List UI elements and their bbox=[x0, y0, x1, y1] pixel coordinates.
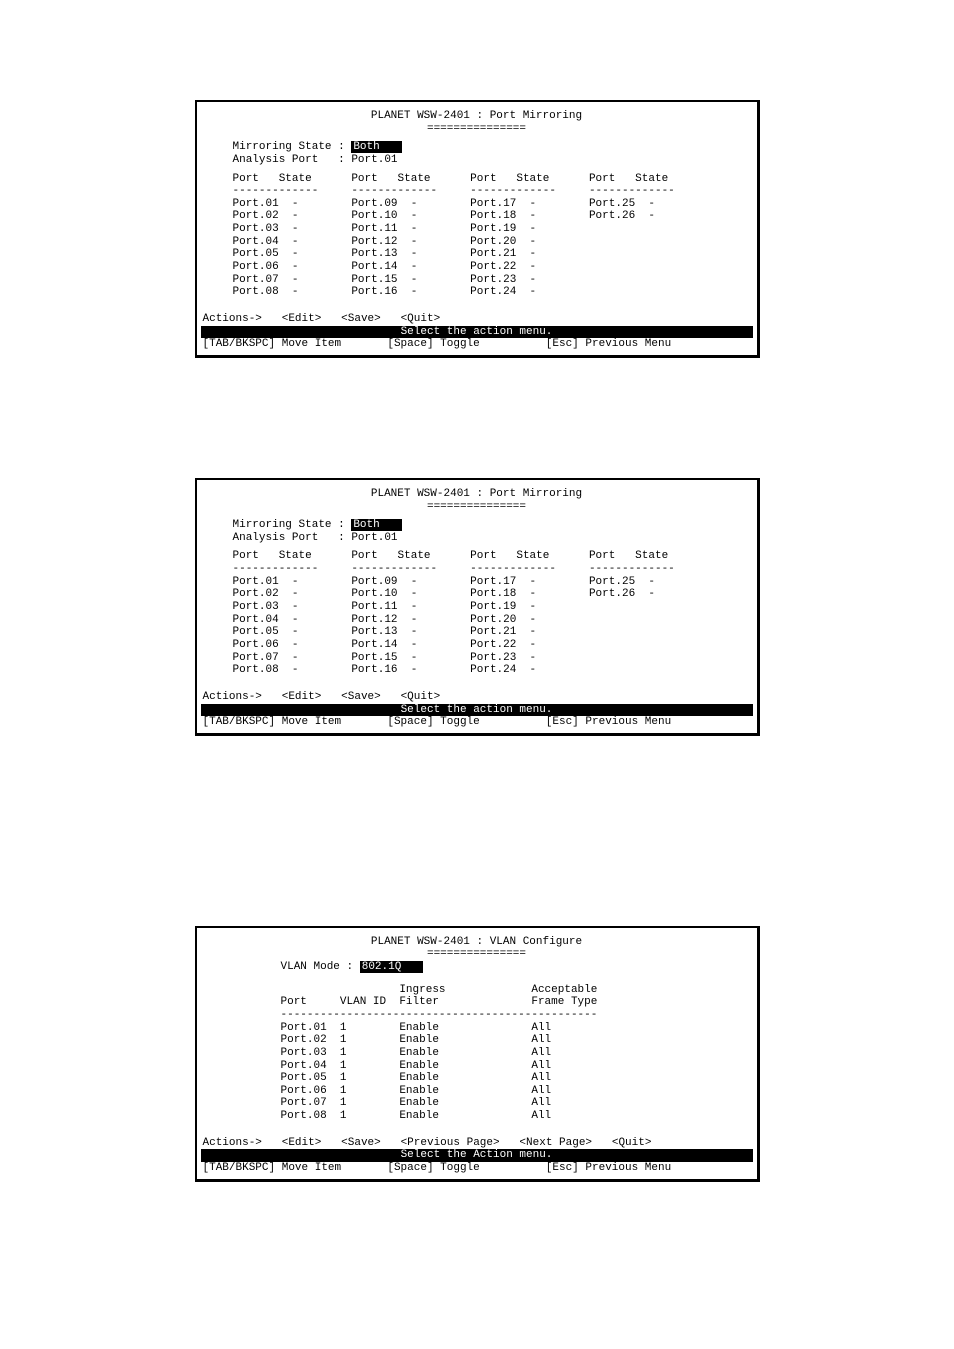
terminal-port-mirroring-2: PLANET WSW-2401 : Port Mirroring =======… bbox=[195, 478, 760, 736]
analysis-port-value[interactable]: Port.01 bbox=[351, 532, 397, 544]
vlan-header-line1: Ingress Acceptable bbox=[201, 984, 753, 997]
port-table-rows: Port.01 - Port.09 - Port.17 - Port.25 - … bbox=[201, 198, 753, 299]
page-title-underline: =============== bbox=[201, 501, 753, 514]
mirroring-state-label: Mirroring State : bbox=[233, 141, 352, 153]
hint-space: [Space] Toggle bbox=[387, 716, 479, 728]
hint-esc: [Esc] Previous Menu bbox=[546, 716, 671, 728]
terminal-vlan-configure: PLANET WSW-2401 : VLAN Configure =======… bbox=[195, 926, 760, 1182]
port-table-header: Port State Port State Port State Port St… bbox=[201, 550, 753, 563]
action-edit[interactable]: <Edit> bbox=[282, 313, 322, 325]
mirroring-state-row: Mirroring State : Both bbox=[201, 519, 753, 532]
page-title-underline: =============== bbox=[201, 948, 753, 961]
action-save[interactable]: <Save> bbox=[341, 313, 381, 325]
vlan-header-line2: Port VLAN ID Filter Frame Type bbox=[201, 996, 753, 1009]
actions-row: Actions-> <Edit> <Save> <Quit> bbox=[197, 691, 757, 704]
page-title: PLANET WSW-2401 : Port Mirroring bbox=[201, 488, 753, 501]
hint-line: [TAB/BKSPC] Move Item [Space] Toggle [Es… bbox=[197, 1162, 757, 1179]
mirroring-state-label: Mirroring State : bbox=[233, 519, 352, 531]
hint-esc: [Esc] Previous Menu bbox=[546, 1162, 671, 1174]
vlan-table-rows: Port.01 1 Enable All Port.02 1 Enable Al… bbox=[201, 1022, 753, 1123]
mirroring-state-value[interactable]: Both bbox=[351, 141, 401, 153]
actions-row: Actions-> <Edit> <Save> <Previous Page> … bbox=[197, 1137, 757, 1150]
hint-tab: [TAB/BKSPC] Move Item bbox=[203, 716, 342, 728]
terminal-port-mirroring-1: PLANET WSW-2401 : Port Mirroring =======… bbox=[195, 100, 760, 358]
action-quit[interactable]: <Quit> bbox=[401, 691, 441, 703]
action-prev-page[interactable]: <Previous Page> bbox=[401, 1137, 500, 1149]
hint-space: [Space] Toggle bbox=[387, 338, 479, 350]
hint-tab: [TAB/BKSPC] Move Item bbox=[203, 1162, 342, 1174]
action-save[interactable]: <Save> bbox=[341, 691, 381, 703]
action-next-page[interactable]: <Next Page> bbox=[519, 1137, 592, 1149]
actions-label: Actions-> bbox=[203, 1137, 262, 1149]
page-title-underline: =============== bbox=[201, 123, 753, 136]
analysis-port-row: Analysis Port : Port.01 bbox=[201, 532, 753, 545]
mirroring-state-value[interactable]: Both bbox=[351, 519, 401, 531]
actions-label: Actions-> bbox=[203, 313, 262, 325]
actions-label: Actions-> bbox=[203, 691, 262, 703]
analysis-port-label: Analysis Port : bbox=[233, 532, 352, 544]
vlan-divider: ----------------------------------------… bbox=[201, 1009, 753, 1022]
analysis-port-value[interactable]: Port.01 bbox=[351, 154, 397, 166]
actions-row: Actions-> <Edit> <Save> <Quit> bbox=[197, 313, 757, 326]
action-edit[interactable]: <Edit> bbox=[282, 1137, 322, 1149]
analysis-port-label: Analysis Port : bbox=[233, 154, 352, 166]
action-quit[interactable]: <Quit> bbox=[612, 1137, 652, 1149]
vlan-mode-row: VLAN Mode : 802.1Q bbox=[201, 961, 753, 974]
action-quit[interactable]: <Quit> bbox=[401, 313, 441, 325]
page-title: PLANET WSW-2401 : Port Mirroring bbox=[201, 110, 753, 123]
port-table-divider: ------------- ------------- ------------… bbox=[201, 185, 753, 198]
status-bar: Select the Action menu. bbox=[201, 1149, 753, 1162]
mirroring-state-row: Mirroring State : Both bbox=[201, 141, 753, 154]
vlan-mode-label: VLAN Mode : bbox=[281, 961, 360, 973]
page-title: PLANET WSW-2401 : VLAN Configure bbox=[201, 936, 753, 949]
status-bar: Select the action menu. bbox=[201, 704, 753, 717]
action-edit[interactable]: <Edit> bbox=[282, 691, 322, 703]
hint-space: [Space] Toggle bbox=[387, 1162, 479, 1174]
port-table-divider: ------------- ------------- ------------… bbox=[201, 563, 753, 576]
vlan-mode-value[interactable]: 802.1Q bbox=[360, 961, 423, 973]
hint-line: [TAB/BKSPC] Move Item [Space] Toggle [Es… bbox=[197, 716, 757, 733]
analysis-port-row: Analysis Port : Port.01 bbox=[201, 154, 753, 167]
port-table-header: Port State Port State Port State Port St… bbox=[201, 173, 753, 186]
hint-tab: [TAB/BKSPC] Move Item bbox=[203, 338, 342, 350]
hint-line: [TAB/BKSPC] Move Item [Space] Toggle [Es… bbox=[197, 338, 757, 355]
action-save[interactable]: <Save> bbox=[341, 1137, 381, 1149]
status-bar: Select the action menu. bbox=[201, 326, 753, 339]
hint-esc: [Esc] Previous Menu bbox=[546, 338, 671, 350]
port-table-rows: Port.01 - Port.09 - Port.17 - Port.25 - … bbox=[201, 576, 753, 677]
